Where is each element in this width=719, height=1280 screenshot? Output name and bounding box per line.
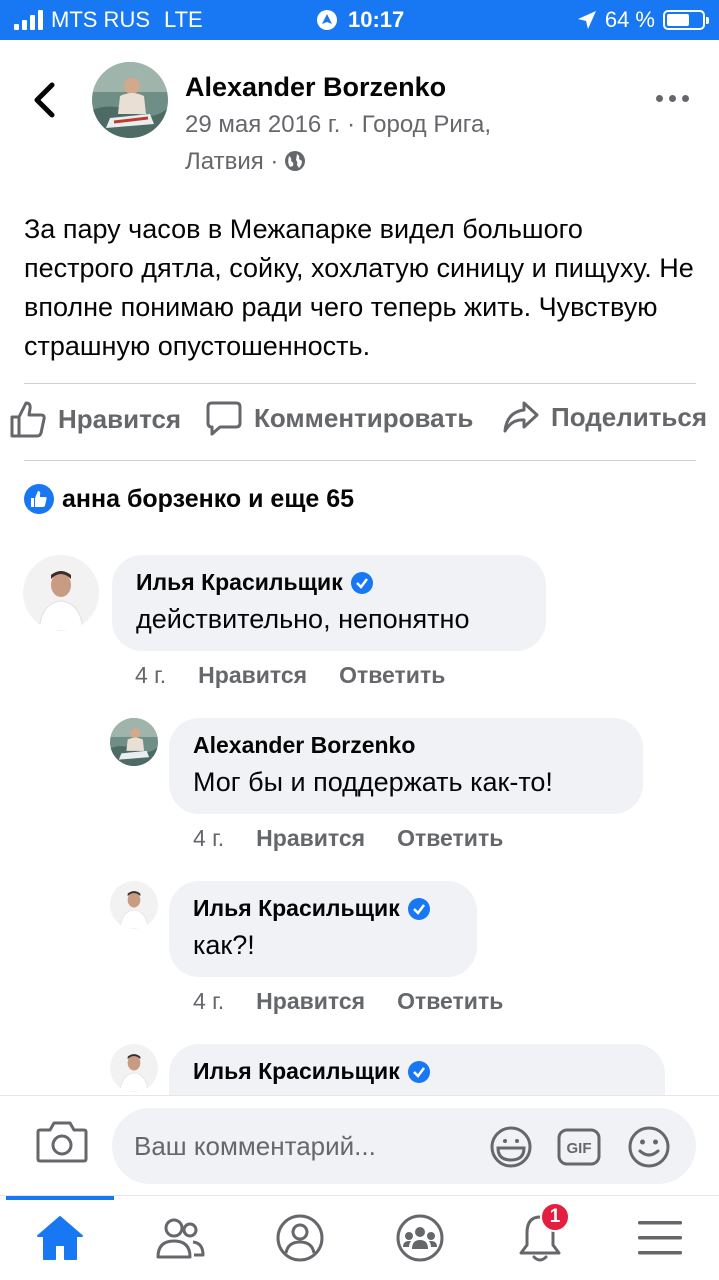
verified-badge-icon (350, 571, 373, 594)
status-bar: MTS RUS LTE 10:17 64 % (0, 0, 719, 40)
active-tab-indicator (6, 1196, 114, 1200)
reactions-summary[interactable]: анна борзенко и еще 65 (24, 484, 354, 514)
friends-icon (156, 1218, 205, 1259)
post-date-location: 29 мая 2016 г. · Город Рига, (185, 111, 491, 138)
divider (24, 383, 696, 384)
comment-reply-button[interactable]: Ответить (397, 988, 503, 1015)
comment-author[interactable]: Alexander Borzenko (193, 732, 415, 759)
clock: 10:17 (348, 7, 405, 32)
battery-percent: 64 % (604, 7, 655, 32)
comment-bubble: Илья Красильщик как?! (169, 881, 477, 977)
commenter-avatar[interactable] (110, 881, 158, 929)
gif-label: GIF (567, 1140, 592, 1157)
tab-groups[interactable] (390, 1210, 450, 1266)
like-button[interactable]: Нравится (10, 400, 181, 438)
post-meta: 29 мая 2016 г. · Город Рига, Латвия · (185, 106, 545, 180)
like-reaction-icon (24, 484, 54, 514)
sticker-icon[interactable] (488, 1124, 534, 1170)
tab-home[interactable] (30, 1210, 90, 1266)
home-icon (37, 1216, 83, 1260)
comment-like-button[interactable]: Нравится (256, 988, 365, 1015)
comment-actions: 4 г. Нравится Ответить (193, 988, 503, 1015)
comment-actions: 4 г. Нравится Ответить (193, 825, 503, 852)
thumbs-up-icon (10, 401, 46, 438)
comment-text: Мог бы и поддержать как-то! (193, 767, 553, 797)
comment-bubble: Илья Красильщик действительно, непонятно (112, 555, 546, 651)
post-author-name[interactable]: Alexander Borzenko (185, 72, 446, 103)
verified-badge-icon (407, 1060, 430, 1083)
comment-bubble: Alexander Borzenko Мог бы и поддержать к… (169, 718, 643, 814)
tab-friends[interactable] (150, 1210, 210, 1266)
location-arrow-icon (577, 11, 596, 29)
comment-author[interactable]: Илья Красильщик (136, 569, 343, 596)
battery-icon (663, 10, 709, 30)
comment-input[interactable] (134, 1128, 474, 1164)
network-label: LTE (164, 7, 203, 32)
groups-icon (396, 1214, 444, 1262)
post-text: За пару часов в Межапарке видел большого… (24, 214, 694, 361)
share-button[interactable]: Поделиться (503, 400, 707, 434)
comment-reply-button[interactable]: Ответить (339, 662, 445, 689)
comment-text: действительно, непонятно (136, 604, 470, 634)
comment-actions: 4 г. Нравится Ответить (135, 662, 445, 689)
comment-like-button[interactable]: Нравится (256, 825, 365, 852)
carrier-label: MTS RUS (51, 7, 150, 32)
emoji-icon[interactable] (626, 1124, 672, 1170)
post-actions: Нравится Комментировать Поделиться (0, 400, 719, 448)
camera-icon[interactable] (36, 1118, 88, 1164)
comment-composer: GIF (0, 1095, 719, 1195)
comment-time: 4 г. (193, 988, 225, 1014)
commenter-avatar[interactable] (23, 555, 99, 631)
share-label: Поделиться (551, 401, 708, 432)
commenter-avatar[interactable] (110, 718, 158, 766)
share-icon (503, 401, 539, 433)
comment-author[interactable]: Илья Красильщик (193, 1058, 400, 1085)
gif-icon[interactable]: GIF (556, 1124, 602, 1170)
more-options-icon[interactable] (656, 95, 689, 102)
comment-reply-button[interactable]: Ответить (397, 825, 503, 852)
profile-icon (276, 1214, 324, 1262)
orientation-lock-icon (317, 10, 337, 30)
comment-time: 4 г. (193, 825, 225, 851)
like-label: Нравится (58, 403, 182, 434)
reactions-text: анна борзенко и еще 65 (62, 484, 355, 513)
back-arrow-icon[interactable] (30, 82, 62, 118)
comment-like-button[interactable]: Нравится (198, 662, 307, 689)
comment-input-container[interactable]: GIF (112, 1108, 696, 1184)
battery-fill (667, 14, 689, 26)
comment-button[interactable]: Комментировать (206, 400, 473, 436)
author-avatar[interactable] (92, 62, 168, 138)
commenter-avatar[interactable] (110, 1044, 158, 1092)
bottom-tab-bar: 1 (0, 1195, 719, 1280)
comment-label: Комментировать (254, 402, 474, 433)
menu-icon (638, 1221, 682, 1255)
comment-text: как?! (193, 930, 255, 960)
signal-icon (14, 10, 43, 30)
verified-badge-icon (407, 897, 430, 920)
post-location-country: Латвия · (185, 148, 279, 175)
tab-notifications[interactable]: 1 (510, 1202, 570, 1266)
comment-time: 4 г. (135, 662, 167, 688)
divider (24, 460, 696, 461)
notification-badge: 1 (540, 1202, 570, 1232)
comment-author[interactable]: Илья Красильщик (193, 895, 400, 922)
globe-icon (285, 151, 306, 171)
comment-icon (206, 401, 242, 436)
tab-profile[interactable] (270, 1210, 330, 1266)
tab-menu[interactable] (630, 1210, 690, 1266)
